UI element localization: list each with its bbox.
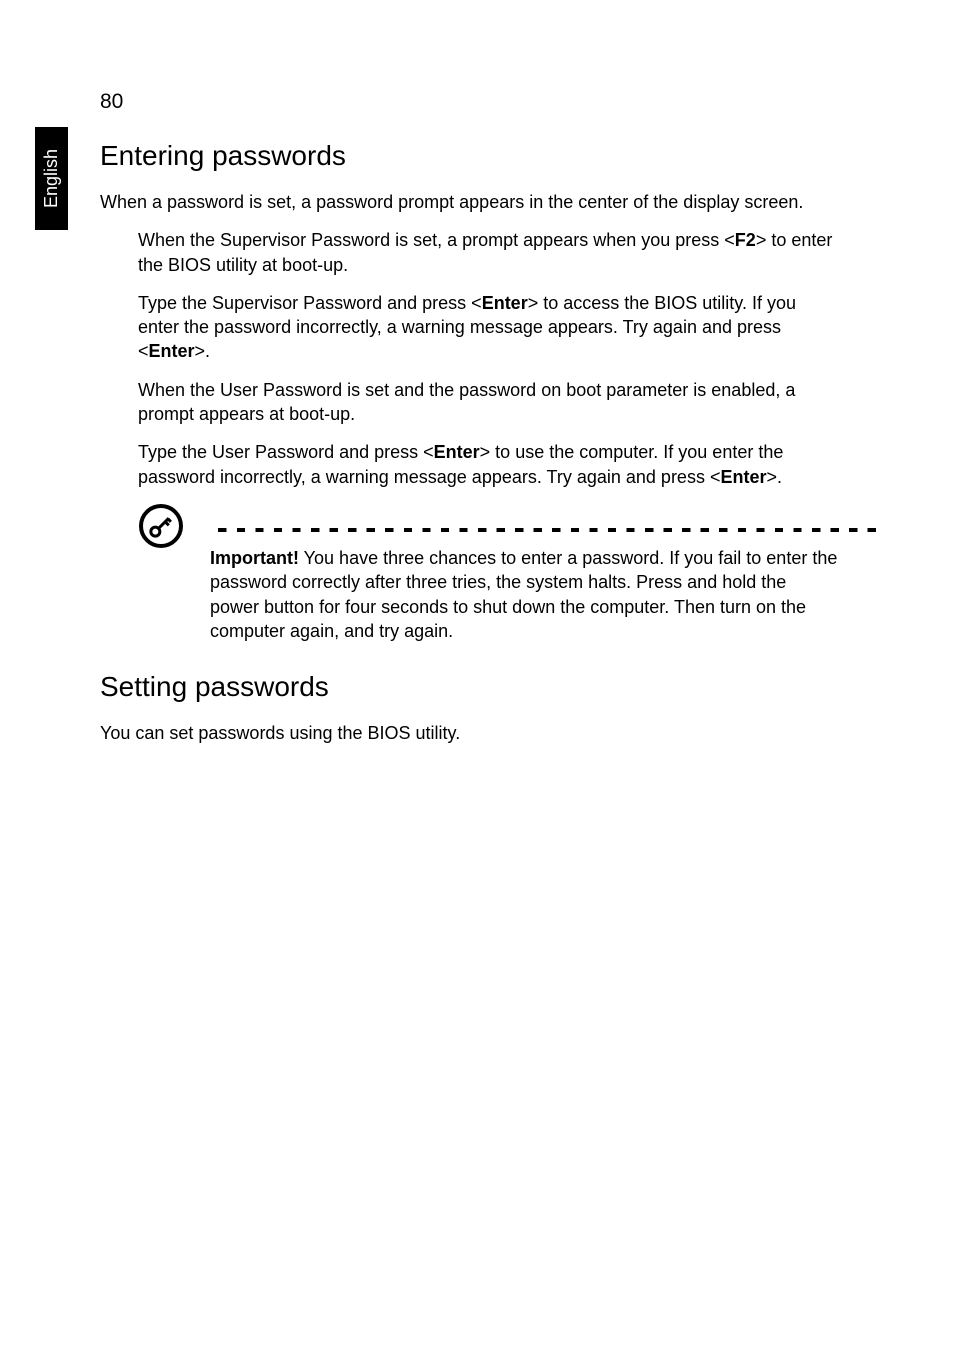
- setting-passwords-body: You can set passwords using the BIOS uti…: [100, 721, 840, 745]
- important-note-text: Important! You have three chances to ent…: [210, 546, 840, 643]
- key-enter: Enter: [434, 442, 480, 462]
- indented-paragraphs: When the Supervisor Password is set, a p…: [138, 228, 840, 489]
- para-user-prompt: When the User Password is set and the pa…: [138, 378, 840, 427]
- important-label: Important!: [210, 548, 299, 568]
- page-content: Entering passwords When a password is se…: [100, 140, 840, 759]
- intro-paragraph: When a password is set, a password promp…: [100, 190, 840, 214]
- page-number: 80: [100, 90, 123, 114]
- dashed-divider: [210, 528, 878, 532]
- heading-entering-passwords: Entering passwords: [100, 140, 840, 172]
- key-icon: [138, 503, 184, 554]
- key-f2: F2: [735, 230, 756, 250]
- language-tab-label: English: [41, 149, 62, 208]
- para-supervisor-prompt: When the Supervisor Password is set, a p…: [138, 228, 840, 277]
- key-enter: Enter: [149, 341, 195, 361]
- para-user-type: Type the User Password and press <Enter>…: [138, 440, 840, 489]
- important-note-block: Important! You have three chances to ent…: [138, 503, 840, 643]
- language-tab: English: [35, 127, 68, 230]
- heading-setting-passwords: Setting passwords: [100, 671, 840, 703]
- section-setting-passwords: Setting passwords You can set passwords …: [100, 671, 840, 745]
- key-enter: Enter: [482, 293, 528, 313]
- key-enter: Enter: [720, 467, 766, 487]
- para-supervisor-type: Type the Supervisor Password and press <…: [138, 291, 840, 364]
